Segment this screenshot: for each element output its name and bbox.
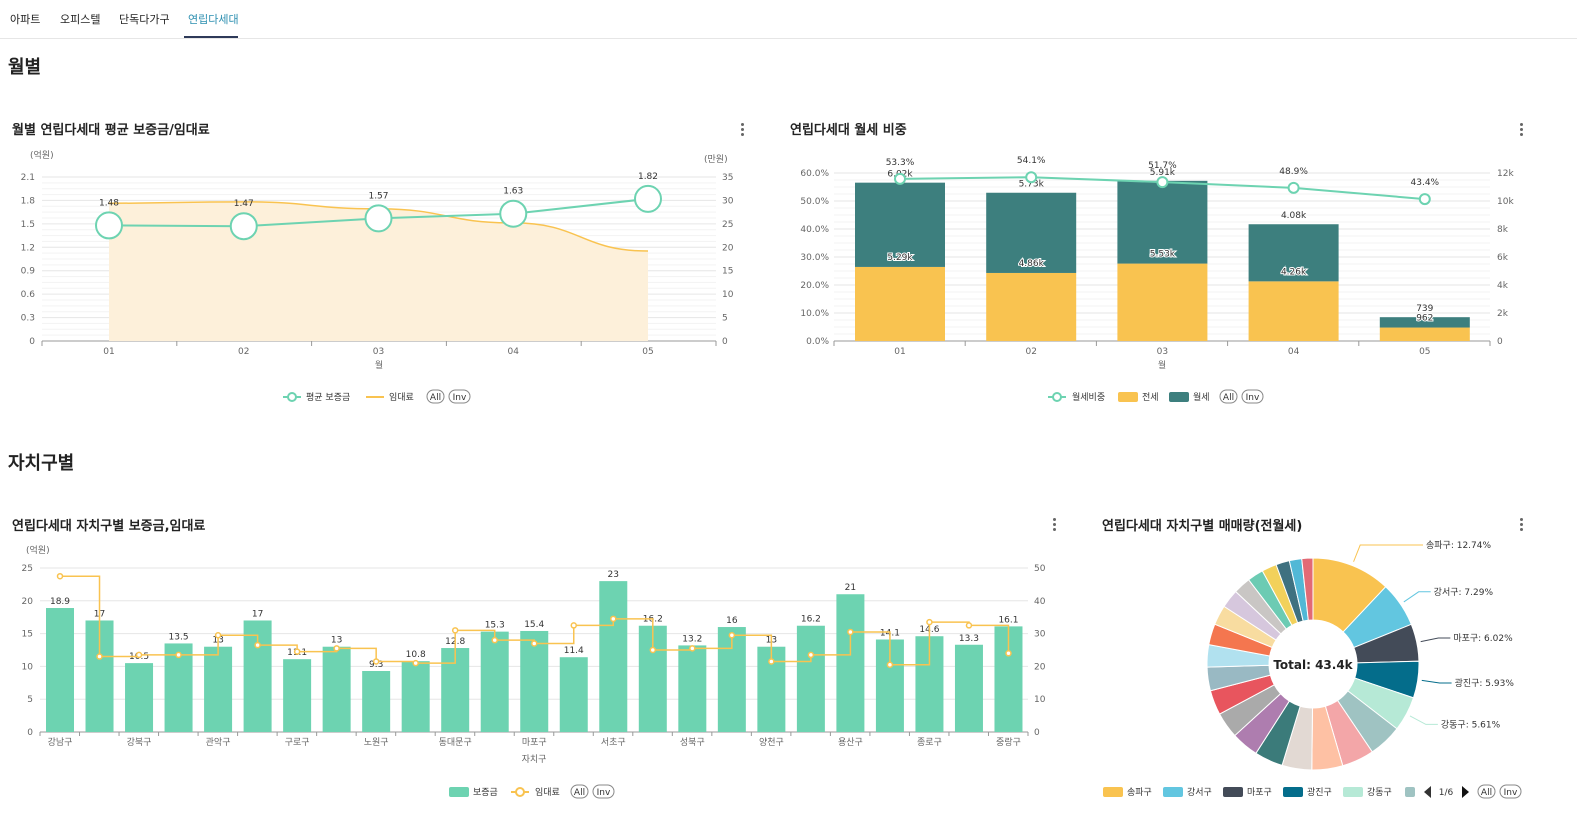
donut-total-label: Total: 43.4k bbox=[1273, 658, 1353, 672]
legend-district-label: 광진구 bbox=[1307, 786, 1332, 798]
legend-district-label: 강서구 bbox=[1187, 787, 1212, 798]
legend-next-page-icon[interactable] bbox=[1462, 786, 1469, 798]
legend-district-symbol bbox=[1163, 787, 1183, 797]
legend-district-symbol bbox=[1283, 787, 1303, 797]
legend-district-symbol bbox=[1103, 787, 1123, 797]
pie-slice-label: 마포구: 6.02% bbox=[1453, 633, 1513, 644]
legend-prev-page-icon[interactable] bbox=[1424, 786, 1431, 798]
pie-label-line bbox=[1403, 591, 1431, 603]
legend-district-label: 마포구 bbox=[1247, 787, 1272, 798]
legend-all-label: All bbox=[1481, 788, 1492, 798]
legend-district-symbol bbox=[1343, 787, 1363, 797]
legend-district-symbol bbox=[1223, 787, 1243, 797]
pie-slice-label: 강동구: 5.61% bbox=[1441, 719, 1501, 730]
district-volume-pie-chart: 송파구: 12.74% 강서구: 7.29% 마포구: 6.02% 광진구: 5.93… bbox=[1103, 540, 1522, 799]
pie-slice-label: 강서구: 7.29% bbox=[1434, 587, 1494, 598]
legend-district-label: 강동구 bbox=[1367, 787, 1392, 798]
pie-label-line bbox=[1409, 715, 1438, 725]
pie-label-line bbox=[1353, 544, 1423, 562]
legend-district-symbol bbox=[1405, 787, 1415, 797]
pie-slice-label: 광진구: 5.93% bbox=[1455, 677, 1515, 689]
pie-label-line bbox=[1421, 679, 1452, 684]
legend-district-label: 송파구 bbox=[1127, 787, 1152, 798]
pie-label-line bbox=[1420, 637, 1451, 643]
pie-slice-label: 송파구: 12.74% bbox=[1426, 540, 1491, 551]
legend-page-indicator: 1/6 bbox=[1439, 788, 1454, 798]
legend-inv-label: Inv bbox=[1504, 788, 1518, 798]
